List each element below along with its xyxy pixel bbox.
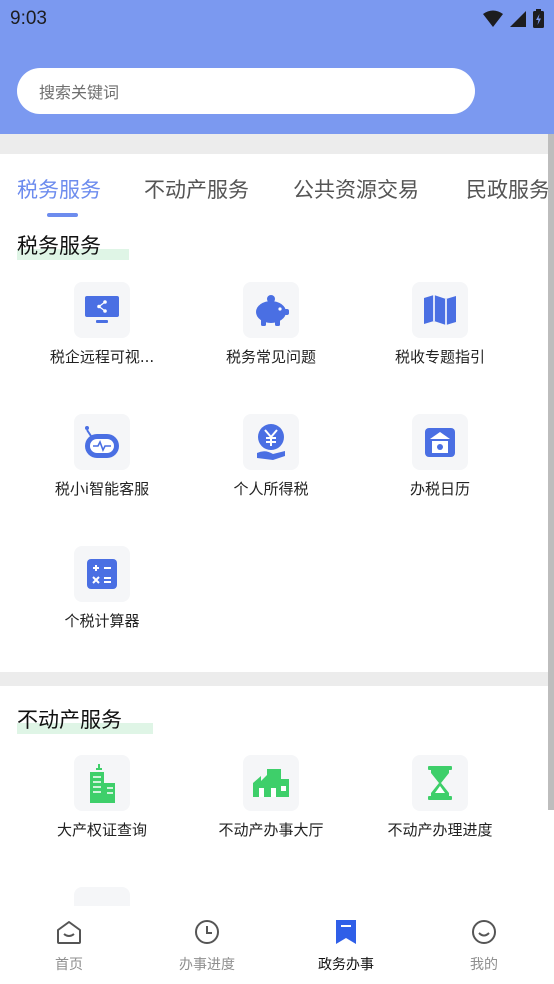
battery-icon [533, 9, 544, 28]
search-input[interactable]: 搜索关键词 [17, 68, 475, 114]
tab-public-resources[interactable]: 公共资源交易 [293, 174, 419, 204]
tab-civil-affairs[interactable]: 民政服务 [466, 174, 550, 204]
service-tax-calendar[interactable]: 办税日历 [355, 414, 525, 499]
yuan-hand-icon [243, 414, 299, 470]
tab-tax-service[interactable]: 税务服务 [17, 174, 101, 204]
scrollbar[interactable] [548, 134, 554, 810]
calculator-icon [74, 546, 130, 602]
clock-icon [195, 920, 219, 944]
signal-icon [510, 10, 526, 27]
nav-progress[interactable]: 办事进度 [157, 918, 257, 974]
service-property-query[interactable]: 大产权证查询 [17, 755, 187, 840]
wifi-icon [483, 10, 503, 27]
service-estate-hall[interactable]: 不动产办事大厅 [186, 755, 356, 840]
section-title-real-estate: 不动产服务 [17, 704, 153, 734]
piggy-bank-icon [243, 282, 299, 338]
section-divider [0, 672, 554, 686]
section-title-tax: 税务服务 [17, 230, 129, 260]
service-tax-calculator[interactable]: 个税计算器 [17, 546, 187, 631]
nav-home[interactable]: 首页 [19, 918, 119, 974]
smile-icon [472, 920, 496, 944]
building-calendar-icon [412, 414, 468, 470]
status-time: 9:03 [10, 8, 47, 29]
hall-buildings-icon [243, 755, 299, 811]
service-personal-income-tax[interactable]: 个人所得税 [186, 414, 356, 499]
service-remote-visual[interactable]: 税企远程可视... [17, 282, 187, 367]
status-icons [483, 9, 544, 28]
map-book-icon [412, 282, 468, 338]
robot-icon [74, 414, 130, 470]
category-tabs: 税务服务 不动产服务 公共资源交易 民政服务 [0, 154, 554, 218]
nav-mine[interactable]: 我的 [434, 918, 534, 974]
service-estate-progress[interactable]: 不动产办理进度 [355, 755, 525, 840]
app-page: 9:03 搜索关键词 税务服务 不动产服务 公共资源交易 民政服务 税务服务 税… [0, 0, 554, 984]
hourglass-icon [412, 755, 468, 811]
screen-share-icon [74, 282, 130, 338]
service-tax-faq[interactable]: 税务常见问题 [186, 282, 356, 367]
divider [0, 134, 554, 154]
search-placeholder: 搜索关键词 [39, 83, 120, 102]
status-bar: 9:03 [0, 0, 554, 40]
nav-gov-affairs[interactable]: 政务办事 [296, 918, 396, 974]
tower-building-icon [74, 755, 130, 811]
service-tax-guide[interactable]: 税收专题指引 [355, 282, 525, 367]
service-ai-assistant[interactable]: 税小i智能客服 [17, 414, 187, 499]
bottom-nav: 首页 办事进度 政务办事 我的 [0, 906, 554, 984]
tab-real-estate[interactable]: 不动产服务 [144, 174, 249, 204]
bookmark-icon [336, 920, 356, 944]
header: 9:03 搜索关键词 [0, 0, 554, 134]
tab-indicator [47, 213, 78, 217]
home-icon [57, 921, 81, 944]
